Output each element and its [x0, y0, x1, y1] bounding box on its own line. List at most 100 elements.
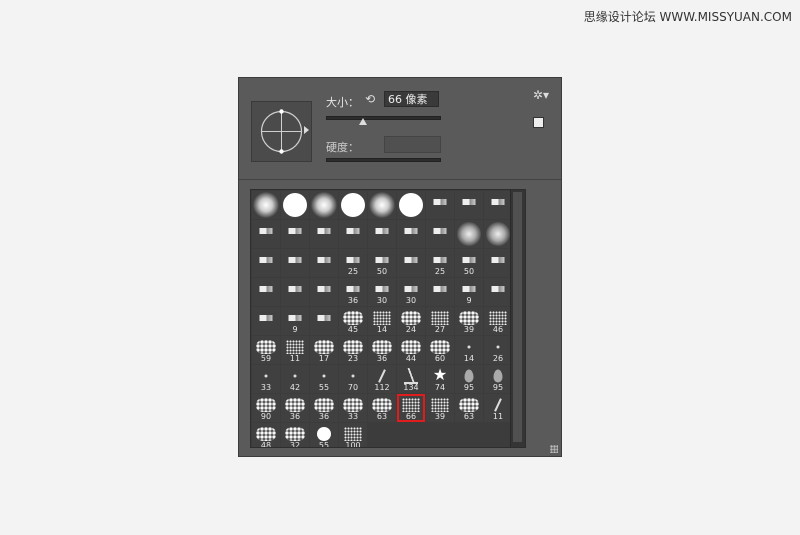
brush-preset[interactable]: 24: [397, 307, 425, 335]
brush-preset[interactable]: 17: [310, 336, 338, 364]
brush-preset[interactable]: 11: [484, 394, 512, 422]
brush-size-label: 44: [405, 354, 417, 363]
brush-preset[interactable]: [455, 220, 483, 248]
brush-preset[interactable]: 25: [339, 249, 367, 277]
brush-preset[interactable]: [252, 249, 280, 277]
brush-preset[interactable]: [484, 191, 512, 219]
brush-preset[interactable]: [281, 249, 309, 277]
brush-preset[interactable]: 63: [368, 394, 396, 422]
brush-preset[interactable]: 63: [455, 394, 483, 422]
brush-preset[interactable]: [252, 191, 280, 219]
brush-preset[interactable]: 30: [368, 278, 396, 306]
brush-tex-icon: [372, 340, 392, 355]
brush-preset[interactable]: 46: [484, 307, 512, 335]
resize-grip-icon[interactable]: [550, 445, 558, 453]
brush-preset[interactable]: 33: [339, 394, 367, 422]
hardness-slider[interactable]: [326, 158, 441, 162]
brush-preset[interactable]: 50: [455, 249, 483, 277]
brush-preset[interactable]: 11: [281, 336, 309, 364]
brush-preset[interactable]: 60: [426, 336, 454, 364]
brush-settings-header: 大小： ⟲ 66 像素 硬度： ✲▾: [239, 78, 561, 180]
size-slider-thumb[interactable]: [359, 118, 367, 125]
brush-preset[interactable]: [310, 278, 338, 306]
brush-preset[interactable]: 95: [455, 365, 483, 393]
brush-preset[interactable]: 14: [368, 307, 396, 335]
brush-preset[interactable]: [484, 278, 512, 306]
brush-preset[interactable]: 23: [339, 336, 367, 364]
brush-preset[interactable]: 14: [455, 336, 483, 364]
brush-preset[interactable]: [310, 249, 338, 277]
brush-tip-icon: [288, 286, 302, 293]
brush-preset[interactable]: [426, 220, 454, 248]
brush-preset[interactable]: [397, 191, 425, 219]
brush-preset[interactable]: 66: [397, 394, 425, 422]
brush-preset[interactable]: [368, 191, 396, 219]
brush-preset[interactable]: 44: [397, 336, 425, 364]
brush-preset[interactable]: [310, 220, 338, 248]
brush-preset[interactable]: [368, 220, 396, 248]
brush-preset[interactable]: [426, 278, 454, 306]
brush-tip-icon: [491, 257, 505, 264]
brush-preset[interactable]: ★ 74: [426, 365, 454, 393]
brush-preset[interactable]: 33: [252, 365, 280, 393]
brush-preset[interactable]: 9: [455, 278, 483, 306]
brush-preset[interactable]: 30: [397, 278, 425, 306]
new-preset-icon[interactable]: [533, 117, 544, 128]
brush-preset[interactable]: [397, 249, 425, 277]
brush-preset[interactable]: 36: [368, 336, 396, 364]
size-input[interactable]: 66 像素: [384, 91, 439, 107]
brush-preset[interactable]: 55: [310, 365, 338, 393]
brush-preset[interactable]: 45: [339, 307, 367, 335]
expand-arrow-icon[interactable]: [304, 126, 309, 134]
brush-preset[interactable]: 134: [397, 365, 425, 393]
brush-preset[interactable]: 39: [426, 394, 454, 422]
brush-preset[interactable]: 27: [426, 307, 454, 335]
watermark: 思缘设计论坛 WWW.MISSYUAN.COM: [583, 10, 792, 24]
scrollbar[interactable]: [510, 190, 525, 447]
brush-size-label: 50: [463, 267, 475, 276]
brush-preset[interactable]: 9: [281, 307, 309, 335]
brush-preset[interactable]: [310, 307, 338, 335]
brush-preset[interactable]: 36: [339, 278, 367, 306]
brush-preset[interactable]: 112: [368, 365, 396, 393]
brush-preset[interactable]: [397, 220, 425, 248]
brush-preset[interactable]: [484, 249, 512, 277]
brush-preset[interactable]: 90: [252, 394, 280, 422]
brush-tip-icon: [346, 257, 360, 264]
brush-preset[interactable]: 25: [426, 249, 454, 277]
brush-preset[interactable]: 100: [339, 423, 367, 447]
brush-preset[interactable]: 26: [484, 336, 512, 364]
brush-preset[interactable]: [339, 191, 367, 219]
brush-preset[interactable]: [426, 191, 454, 219]
brush-preset[interactable]: [310, 191, 338, 219]
scrollbar-thumb[interactable]: [513, 192, 522, 442]
hardness-input[interactable]: [384, 136, 441, 153]
brush-dot-icon: [496, 345, 500, 349]
brush-preset[interactable]: 39: [455, 307, 483, 335]
brush-preset[interactable]: [252, 307, 280, 335]
brush-preset[interactable]: [484, 220, 512, 248]
brush-preset[interactable]: 32: [281, 423, 309, 447]
brush-preset[interactable]: 48: [252, 423, 280, 447]
brush-preset[interactable]: 70: [339, 365, 367, 393]
brush-preset[interactable]: 36: [310, 394, 338, 422]
brush-preset[interactable]: 55: [310, 423, 338, 447]
brush-preset[interactable]: [281, 278, 309, 306]
size-slider[interactable]: [326, 116, 441, 120]
brush-preset[interactable]: 59: [252, 336, 280, 364]
brush-angle-preview[interactable]: [251, 101, 312, 162]
brush-preset[interactable]: 36: [281, 394, 309, 422]
brush-preset[interactable]: [455, 191, 483, 219]
brush-preset[interactable]: [281, 191, 309, 219]
brush-preset[interactable]: [252, 278, 280, 306]
brush-preset[interactable]: 50: [368, 249, 396, 277]
brush-leaf-icon: [493, 369, 503, 383]
reset-icon[interactable]: ⟲: [363, 92, 377, 106]
brush-preset[interactable]: [252, 220, 280, 248]
brush-soft-icon: [311, 192, 337, 218]
brush-preset[interactable]: 42: [281, 365, 309, 393]
brush-preset[interactable]: 95: [484, 365, 512, 393]
gear-icon[interactable]: ✲▾: [533, 88, 549, 102]
brush-preset[interactable]: [281, 220, 309, 248]
brush-preset[interactable]: [339, 220, 367, 248]
